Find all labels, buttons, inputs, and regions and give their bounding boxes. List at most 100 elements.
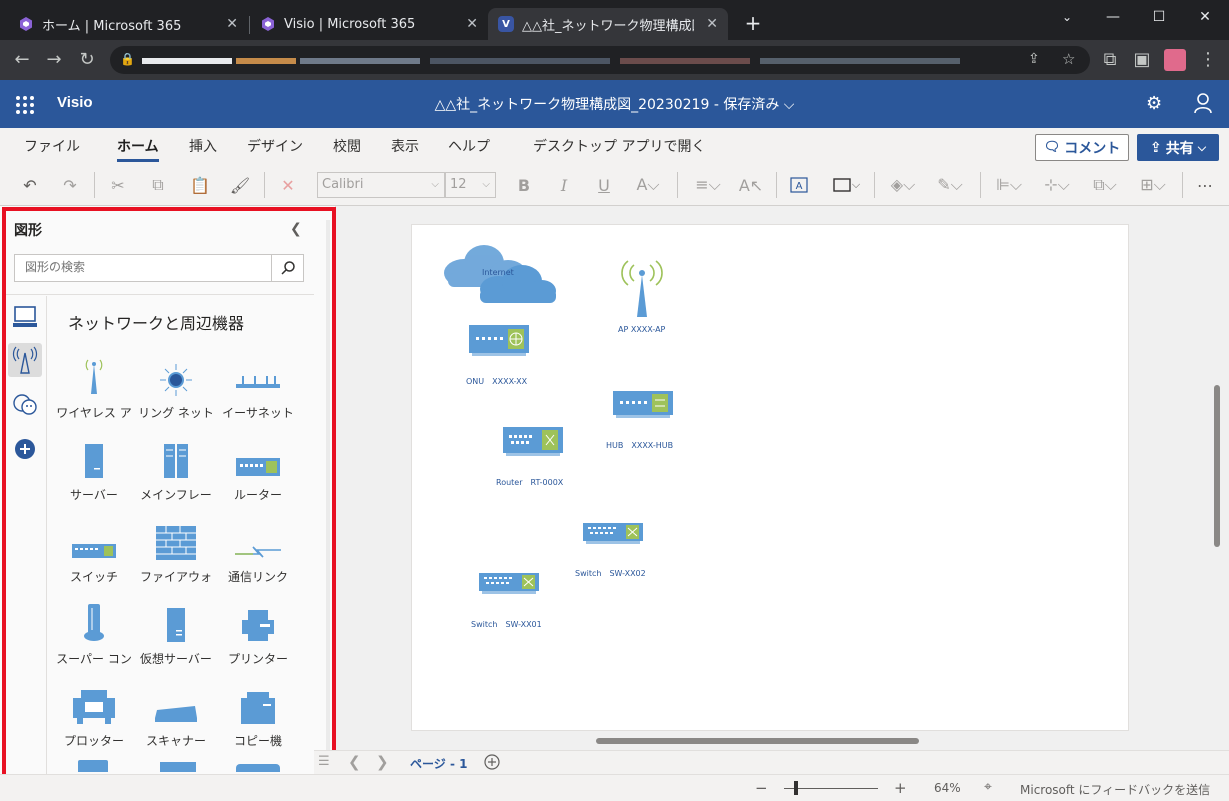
account-icon[interactable] xyxy=(1193,92,1213,118)
switch-icon[interactable] xyxy=(478,571,540,599)
tab-home[interactable]: ホーム xyxy=(117,136,159,162)
stencil-people-icon[interactable] xyxy=(8,388,42,422)
font-name-combo[interactable]: Calibri ⌵ xyxy=(317,172,445,198)
browser-tab-visio-doc[interactable]: V △△社_ネットワーク物理構成図_2023 ✕ xyxy=(488,8,728,40)
close-icon[interactable]: ✕ xyxy=(226,16,238,32)
shape-ring-network[interactable]: リング ネット xyxy=(135,348,217,428)
shape-plotter[interactable]: プロッター xyxy=(53,676,135,756)
paste-icon[interactable]: 📋 xyxy=(188,172,212,198)
browser-tab-visio-m365[interactable]: Visio | Microsoft 365 ✕ xyxy=(250,8,488,40)
fit-to-window-icon[interactable]: ⌖ xyxy=(984,779,992,795)
new-tab-button[interactable]: + xyxy=(738,12,768,34)
shape-supercomputer[interactable]: スーパー コン xyxy=(53,594,135,674)
delete-icon[interactable]: ✕ xyxy=(276,172,300,198)
collapse-pane-icon[interactable]: ❮ xyxy=(290,221,302,237)
chevron-down-icon[interactable]: ⌵ xyxy=(784,97,795,113)
tab-file[interactable]: ファイル xyxy=(24,136,80,156)
close-icon[interactable]: ✕ xyxy=(466,16,478,32)
tab-view[interactable]: 表示 xyxy=(391,136,419,156)
grow-font-icon[interactable]: A↖ xyxy=(738,172,764,198)
group-icon[interactable]: ⊞⌵ xyxy=(1134,172,1172,198)
add-stencil-icon[interactable] xyxy=(8,432,42,466)
cut-icon[interactable]: ✂ xyxy=(106,172,130,198)
stencil-computers-icon[interactable] xyxy=(8,300,42,334)
extensions-icon[interactable]: ⧉ xyxy=(1098,48,1122,72)
tab-design[interactable]: デザイン xyxy=(247,136,303,156)
align-text-icon[interactable]: ≡⌵ xyxy=(688,172,728,198)
font-size-combo[interactable]: 12 ⌵ xyxy=(445,172,496,198)
vertical-scrollbar[interactable] xyxy=(1214,385,1220,547)
address-bar[interactable]: 🔒 ⇪ ☆ xyxy=(110,46,1090,74)
browser-menu-icon[interactable]: ⋮ xyxy=(1196,48,1220,72)
shape-comm-link[interactable]: 通信リンク xyxy=(217,512,299,592)
reload-icon[interactable]: ↻ xyxy=(75,48,99,72)
italic-icon[interactable]: I xyxy=(552,172,576,198)
zoom-in-icon[interactable]: + xyxy=(894,779,907,797)
shape-router[interactable]: ルーター xyxy=(217,430,299,510)
underline-icon[interactable]: U xyxy=(592,172,616,198)
page-list-icon[interactable]: ☰ xyxy=(318,754,330,769)
shape-style-icon[interactable]: ⌵ xyxy=(826,172,866,198)
browser-tab-m365-home[interactable]: ホーム | Microsoft 365 ✕ xyxy=(8,8,248,40)
shape-server[interactable]: サーバー xyxy=(53,430,135,510)
document-title[interactable]: △△社_ネットワーク物理構成図_20230219 - 保存済み xyxy=(435,97,780,113)
shape-mainframe[interactable]: メインフレー xyxy=(135,430,217,510)
shape-printer[interactable]: プリンター xyxy=(217,594,299,674)
hub-icon[interactable] xyxy=(612,389,674,423)
tab-search-icon[interactable]: ⌄ xyxy=(1052,6,1082,28)
access-point-icon[interactable] xyxy=(618,257,666,323)
shape-search-field[interactable] xyxy=(14,254,304,282)
shape-switch[interactable]: スイッチ xyxy=(53,512,135,592)
feedback-link[interactable]: Microsoft にフィードバックを送信 xyxy=(1020,781,1210,798)
shape-wireless-access-point[interactable]: ワイヤレス ア xyxy=(53,348,135,428)
share-page-icon[interactable]: ⇪ xyxy=(1028,51,1040,67)
arrange-icon[interactable]: ⧉⌵ xyxy=(1086,172,1124,198)
text-box-icon[interactable]: A xyxy=(786,172,812,198)
search-icon[interactable] xyxy=(271,255,303,281)
format-painter-icon[interactable]: 🖌 xyxy=(228,172,252,198)
pane-scrollbar[interactable] xyxy=(326,220,330,770)
minimize-icon[interactable]: — xyxy=(1098,6,1128,28)
zoom-slider-thumb[interactable] xyxy=(794,781,798,795)
comment-button[interactable]: 🗨 コメント xyxy=(1035,134,1129,161)
switch-icon[interactable] xyxy=(582,521,644,549)
onu-icon[interactable] xyxy=(468,323,530,361)
zoom-slider[interactable] xyxy=(784,788,878,789)
share-button[interactable]: ⇪ 共有 ⌵ xyxy=(1137,134,1219,161)
redo-icon[interactable]: ↷ xyxy=(58,172,82,198)
shape-ethernet[interactable]: イーサネット xyxy=(217,348,299,428)
undo-icon[interactable]: ↶ xyxy=(18,172,42,198)
tab-insert[interactable]: 挿入 xyxy=(189,136,217,156)
horizontal-scrollbar[interactable] xyxy=(596,738,919,744)
next-page-icon[interactable]: ❯ xyxy=(376,753,389,771)
side-panel-icon[interactable]: ▣ xyxy=(1130,48,1154,72)
page-tab-current[interactable]: ページ - 1 xyxy=(410,755,468,776)
line-color-icon[interactable]: ✎⌵ xyxy=(930,172,970,198)
position-icon[interactable]: ⊹⌵ xyxy=(1038,172,1076,198)
open-desktop-app-link[interactable]: デスクトップ アプリで開く xyxy=(533,136,705,156)
add-page-icon[interactable] xyxy=(484,754,500,774)
shape-firewall[interactable]: ファイアウォ xyxy=(135,512,217,592)
document-title-area[interactable]: △△社_ネットワーク物理構成図_20230219 - 保存済み ⌵ xyxy=(0,94,1229,114)
zoom-level[interactable]: 64% xyxy=(934,781,961,795)
more-options-icon[interactable]: ⋯ xyxy=(1192,172,1218,198)
tab-review[interactable]: 校閲 xyxy=(333,136,361,156)
bookmark-star-icon[interactable]: ☆ xyxy=(1062,50,1075,68)
font-color-icon[interactable]: A⌵ xyxy=(630,172,666,198)
profile-avatar[interactable] xyxy=(1164,49,1186,71)
shape-copier[interactable]: コピー機 xyxy=(217,676,299,756)
forward-icon[interactable]: → xyxy=(42,48,66,72)
settings-gear-icon[interactable]: ⚙ xyxy=(1146,93,1162,114)
maximize-icon[interactable]: ☐ xyxy=(1144,6,1174,28)
shape-scanner[interactable]: スキャナー xyxy=(135,676,217,756)
back-icon[interactable]: ← xyxy=(10,48,34,72)
drawing-canvas[interactable]: Internet AP XXXX-AP ONU XXXX-XX HUB XXXX… xyxy=(411,224,1129,731)
previous-page-icon[interactable]: ❮ xyxy=(348,753,361,771)
close-icon[interactable]: ✕ xyxy=(706,16,718,32)
router-icon[interactable] xyxy=(502,425,564,461)
align-shapes-icon[interactable]: ⊫⌵ xyxy=(990,172,1028,198)
shape-virtual-server[interactable]: 仮想サーバー xyxy=(135,594,217,674)
shape-search-input[interactable] xyxy=(25,260,265,274)
fill-icon[interactable]: ◈⌵ xyxy=(884,172,922,198)
tab-help[interactable]: ヘルプ xyxy=(448,136,490,156)
